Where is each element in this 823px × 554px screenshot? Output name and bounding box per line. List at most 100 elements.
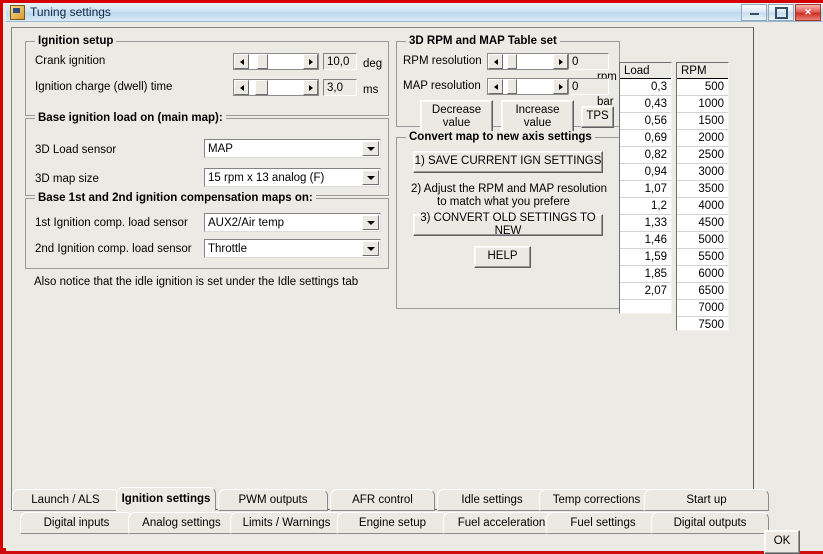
slider-left-arrow-icon[interactable] <box>234 80 249 95</box>
chevron-down-icon[interactable] <box>362 141 379 156</box>
help-button[interactable]: HELP <box>474 246 531 268</box>
increase-value-button[interactable]: Increase value <box>501 100 574 134</box>
minimize-icon[interactable] <box>741 4 767 21</box>
combo-3d-load-sensor[interactable]: MAP <box>204 139 381 158</box>
tab-ignition-settings[interactable]: Ignition settings <box>116 487 216 511</box>
tab-analog-settings[interactable]: Analog settings <box>128 512 235 534</box>
table-row[interactable]: 1,33 <box>620 215 671 232</box>
tab-temp-corrections[interactable]: Temp corrections <box>539 489 654 511</box>
table-row[interactable]: 5500 <box>677 249 728 266</box>
table-row[interactable]: 3000 <box>677 164 728 181</box>
value-rpm-resolution[interactable]: 0 <box>568 53 609 70</box>
value-crank-ignition[interactable]: 10,0 <box>323 53 357 70</box>
slider-map-resolution[interactable] <box>487 78 569 95</box>
combo-2nd-ign-comp-sensor[interactable]: Throttle <box>204 239 381 258</box>
slider-thumb[interactable] <box>257 54 268 69</box>
title-bar: Tuning settings ✕ <box>6 3 823 22</box>
slider-dwell-time[interactable] <box>233 79 319 96</box>
combo-3d-map-size[interactable]: 15 rpm x 13 analog (F) <box>204 168 381 187</box>
close-icon[interactable]: ✕ <box>795 4 821 21</box>
table-row[interactable]: 7500 <box>677 317 728 330</box>
maximize-icon[interactable] <box>768 4 794 21</box>
slider-right-arrow-icon[interactable] <box>303 80 318 95</box>
unit-dwell-time: ms <box>363 84 379 96</box>
increase-value-line1: Increase <box>515 103 560 116</box>
tab-digital-outputs[interactable]: Digital outputs <box>651 512 769 534</box>
slider-right-arrow-icon[interactable] <box>553 79 568 94</box>
label-map-resolution: MAP resolution <box>403 80 481 92</box>
table-row[interactable]: 1,2 <box>620 198 671 215</box>
slider-track[interactable] <box>503 54 553 69</box>
table-row[interactable]: 1,46 <box>620 232 671 249</box>
tab-afr-control[interactable]: AFR control <box>330 489 435 511</box>
table-row[interactable]: 1,85 <box>620 266 671 283</box>
tab-launch-als[interactable]: Launch / ALS <box>12 489 119 511</box>
table-row[interactable]: 6500 <box>677 283 728 300</box>
tab-start-up[interactable]: Start up <box>644 489 769 511</box>
chevron-down-icon[interactable] <box>362 170 379 185</box>
table-row[interactable]: 0,3 <box>620 79 671 96</box>
table-row[interactable]: 1000 <box>677 96 728 113</box>
combo-3d-load-sensor-value: MAP <box>208 142 233 155</box>
rpm-table[interactable]: RPM 500 1000 1500 2000 2500 3000 3500 4000 4500 5… <box>676 62 729 331</box>
chevron-down-icon[interactable] <box>362 215 379 230</box>
slider-track[interactable] <box>503 79 553 94</box>
tuning-settings-window: Tuning settings ✕ Ignition setup Crank i… <box>0 0 823 554</box>
tab-fuel-acceleration[interactable]: Fuel acceleration <box>443 512 560 534</box>
label-3d-load-sensor: 3D Load sensor <box>35 144 117 156</box>
table-row[interactable]: 1,59 <box>620 249 671 266</box>
convert-old-settings-button[interactable]: 3) CONVERT OLD SETTINGS TO NEW <box>413 212 603 237</box>
convert-step2-line2: to match what you prefere <box>437 196 570 208</box>
tab-label: Digital outputs <box>673 517 747 529</box>
load-table-body: 0,3 0,43 0,56 0,69 0,82 0,94 1,07 1,2 1,33 1,46 1,… <box>620 79 671 300</box>
table-row[interactable]: 6000 <box>677 266 728 283</box>
slider-rpm-resolution[interactable] <box>487 53 569 70</box>
table-row[interactable]: 0,43 <box>620 96 671 113</box>
tab-idle-settings[interactable]: Idle settings <box>437 489 547 511</box>
slider-left-arrow-icon[interactable] <box>234 54 249 69</box>
table-row[interactable]: 1,07 <box>620 181 671 198</box>
table-row[interactable]: 3500 <box>677 181 728 198</box>
label-crank-ignition: Crank ignition <box>35 55 106 67</box>
slider-left-arrow-icon[interactable] <box>488 54 503 69</box>
slider-left-arrow-icon[interactable] <box>488 79 503 94</box>
slider-crank-ignition[interactable] <box>233 53 319 70</box>
table-row[interactable]: 2500 <box>677 147 728 164</box>
table-row[interactable]: 1500 <box>677 113 728 130</box>
table-row[interactable]: 0,69 <box>620 130 671 147</box>
value-map-resolution[interactable]: 0 <box>568 78 609 95</box>
combo-3d-map-size-value: 15 rpm x 13 analog (F) <box>208 171 325 184</box>
slider-right-arrow-icon[interactable] <box>303 54 318 69</box>
combo-1st-ign-comp-sensor[interactable]: AUX2/Air temp <box>204 213 381 232</box>
tab-engine-setup[interactable]: Engine setup <box>337 512 448 534</box>
value-dwell-time[interactable]: 3,0 <box>323 79 357 96</box>
table-row[interactable]: 5000 <box>677 232 728 249</box>
slider-track[interactable] <box>249 54 303 69</box>
ok-button[interactable]: OK <box>764 530 800 554</box>
table-row[interactable]: 0,82 <box>620 147 671 164</box>
slider-thumb[interactable] <box>507 79 517 94</box>
load-table[interactable]: Load 0,3 0,43 0,56 0,69 0,82 0,94 1,07 1,2 1,33 1… <box>619 62 672 314</box>
tps-button[interactable]: TPS <box>581 106 614 128</box>
table-row[interactable]: 500 <box>677 79 728 96</box>
slider-right-arrow-icon[interactable] <box>553 54 568 69</box>
tab-fuel-settings[interactable]: Fuel settings <box>546 512 660 534</box>
group-convert-map: Convert map to new axis settings 1) SAVE… <box>396 131 620 309</box>
table-row[interactable]: 2000 <box>677 130 728 147</box>
slider-thumb[interactable] <box>507 54 517 69</box>
table-row[interactable]: 4000 <box>677 198 728 215</box>
slider-thumb[interactable] <box>255 80 268 95</box>
table-row[interactable]: 0,94 <box>620 164 671 181</box>
save-current-ign-settings-button[interactable]: 1) SAVE CURRENT IGN SETTINGS <box>413 151 603 173</box>
decrease-value-button[interactable]: Decrease value <box>420 100 493 134</box>
tab-digital-inputs[interactable]: Digital inputs <box>20 512 133 534</box>
chevron-down-icon[interactable] <box>362 241 379 256</box>
table-row[interactable]: 4500 <box>677 215 728 232</box>
slider-track[interactable] <box>249 80 303 95</box>
group-ignition-setup-title: Ignition setup <box>35 35 117 47</box>
tab-limits-warnings[interactable]: Limits / Warnings <box>230 512 343 534</box>
table-row[interactable]: 0,56 <box>620 113 671 130</box>
table-row[interactable]: 7000 <box>677 300 728 317</box>
tab-pwm-outputs[interactable]: PWM outputs <box>218 489 328 511</box>
table-row[interactable]: 2,07 <box>620 283 671 300</box>
